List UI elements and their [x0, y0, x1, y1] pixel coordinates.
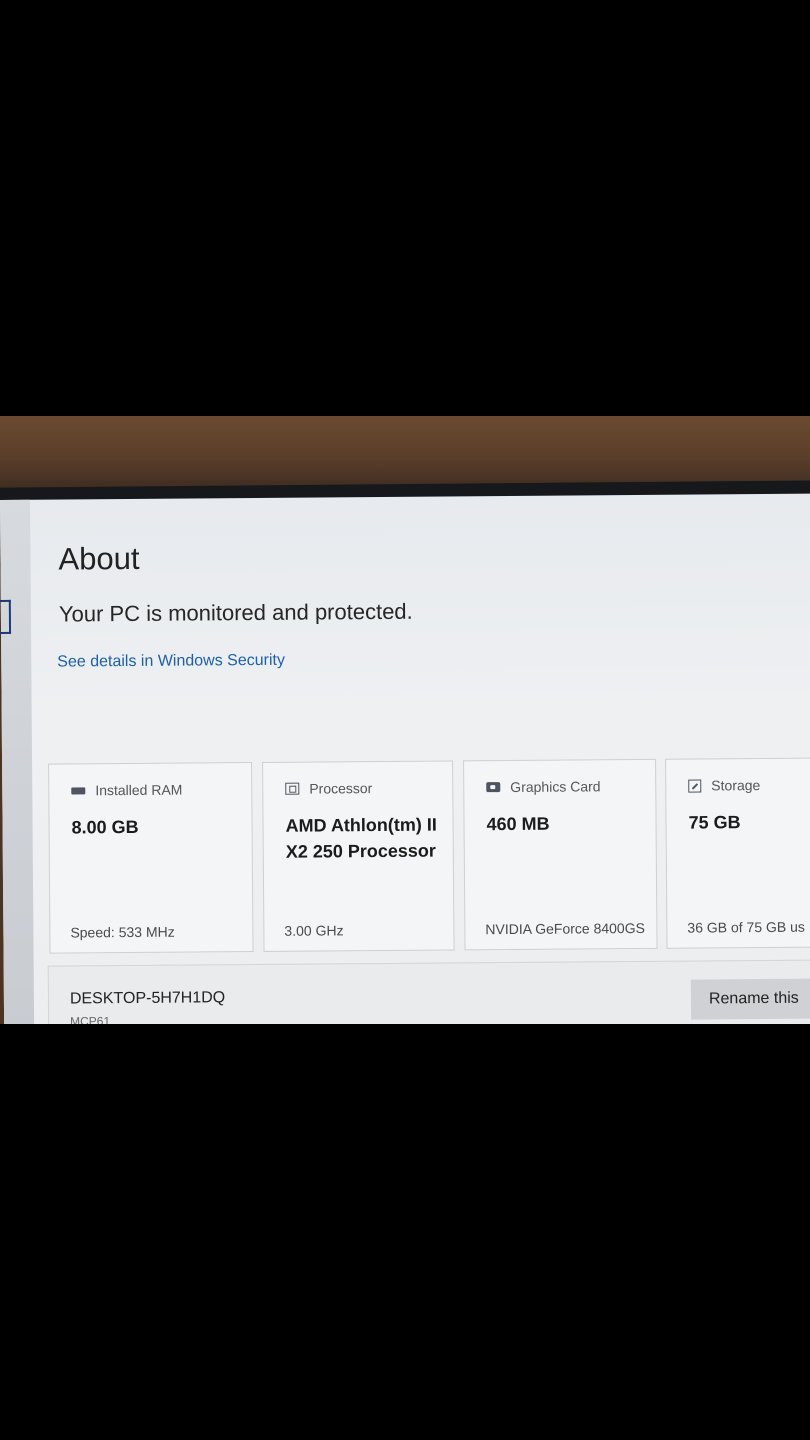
spec-detail: 36 GB of 75 GB us [687, 918, 805, 936]
monitor-photo: About Your PC is monitored and protected… [0, 416, 810, 1024]
spec-card-storage: Storage 75 GB 36 GB of 75 GB us [665, 757, 810, 949]
spec-card-processor: Processor AMD Athlon(tm) II X2 250 Proce… [262, 760, 455, 952]
storage-icon [688, 779, 702, 793]
spec-card-graphics: Graphics Card 460 MB NVIDIA GeForce 8400… [463, 758, 658, 951]
spec-detail: Speed: 533 MHz [70, 923, 175, 941]
processor-icon [285, 782, 300, 795]
device-name-bar: DESKTOP-5H7H1DQ MCP61 Rename this [47, 959, 810, 1024]
letterbox-bottom [0, 1024, 810, 1440]
spec-card-header: Processor [285, 780, 372, 797]
spec-label: Processor [309, 780, 373, 797]
rename-pc-button[interactable]: Rename this [690, 978, 810, 1020]
spec-card-header: Installed RAM [71, 782, 182, 799]
ram-icon [71, 786, 86, 794]
spec-label: Installed RAM [95, 781, 183, 799]
spec-detail: NVIDIA GeForce 8400GS [485, 919, 645, 938]
spec-card-header: Storage [688, 777, 760, 794]
spec-value: 8.00 GB [71, 816, 139, 838]
protection-status: Your PC is monitored and protected. [58, 598, 413, 627]
spec-label: Storage [711, 777, 761, 794]
graphics-card-icon [486, 782, 501, 793]
spec-value: AMD Athlon(tm) II X2 250 Processor [285, 814, 437, 862]
page-title: About [58, 540, 140, 577]
spec-label: Graphics Card [510, 778, 601, 796]
spec-card-ram: Installed RAM 8.00 GB Speed: 533 MHz [48, 762, 254, 954]
settings-window: About Your PC is monitored and protected… [0, 493, 810, 1024]
spec-value: 75 GB [688, 812, 741, 833]
sidebar-selected-item[interactable] [0, 599, 12, 635]
spec-card-header: Graphics Card [486, 778, 601, 796]
letterbox-top [0, 0, 810, 416]
spec-value: 460 MB [486, 813, 550, 835]
spec-detail: 3.00 GHz [284, 922, 344, 939]
device-model: MCP61 [70, 1014, 111, 1024]
device-name: DESKTOP-5H7H1DQ [69, 989, 226, 1008]
sidebar [0, 499, 35, 1024]
windows-security-link[interactable]: See details in Windows Security [57, 652, 285, 672]
